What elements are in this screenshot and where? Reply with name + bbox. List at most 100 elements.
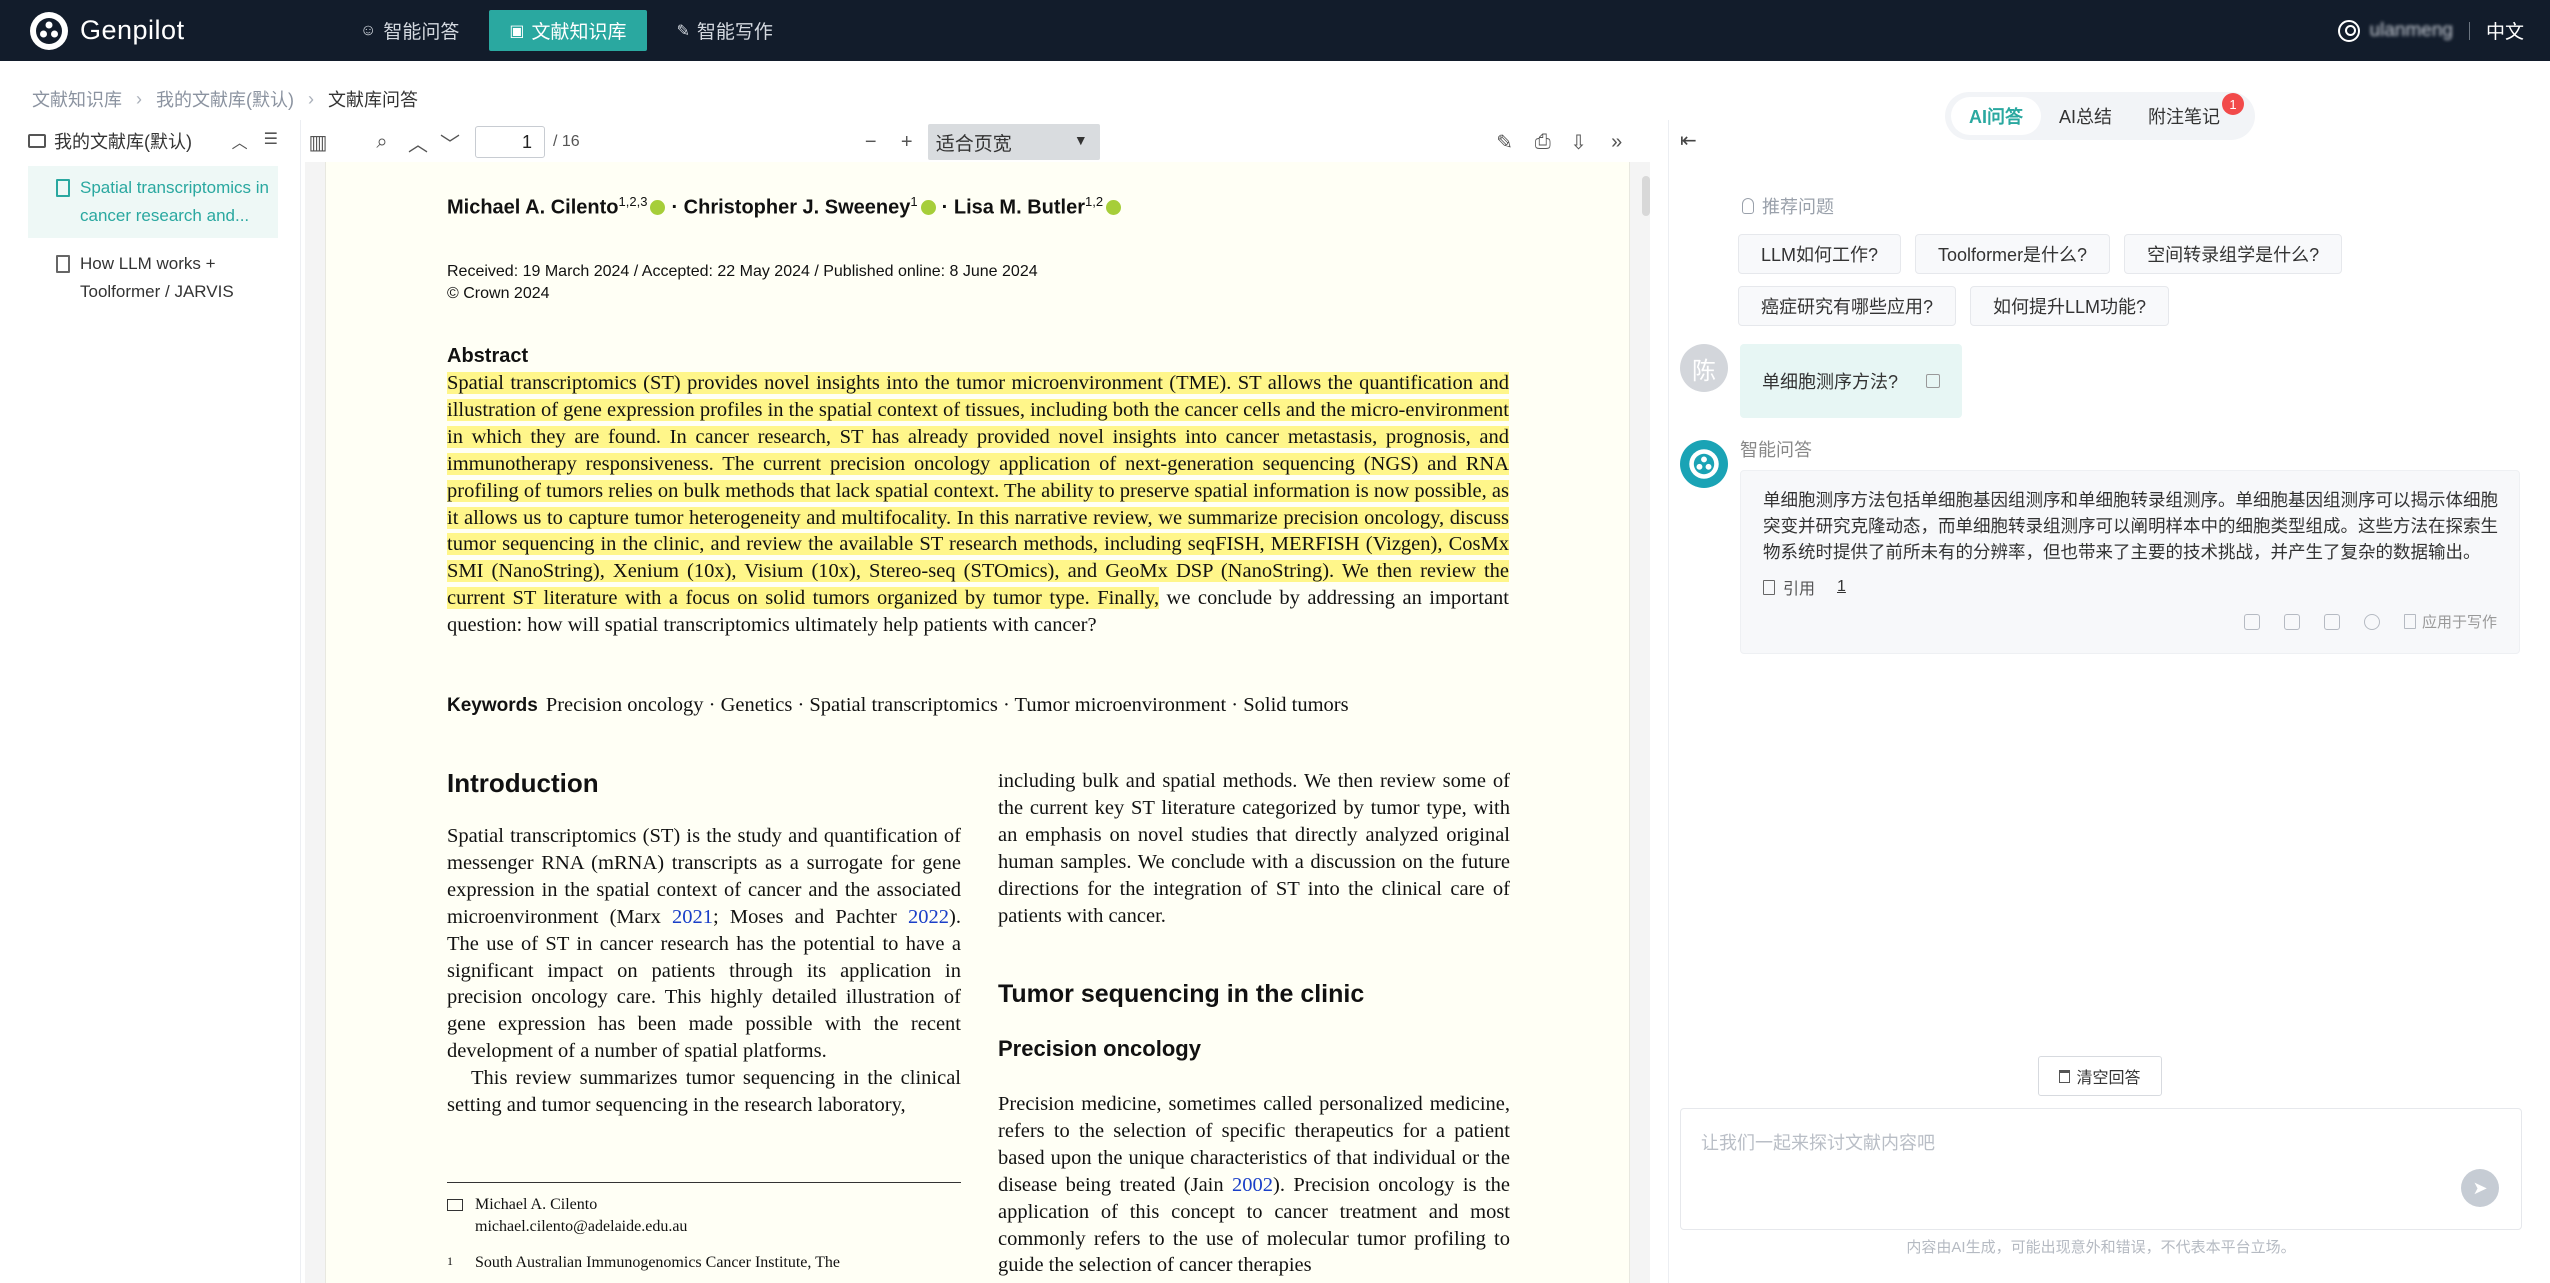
library-header[interactable]: 我的文献库(默认) ︿ ☰ — [28, 120, 278, 162]
apply-to-writing-button[interactable]: 应用于写作 — [2403, 611, 2497, 632]
author-name: Michael A. Cilento — [447, 196, 619, 219]
download-icon[interactable]: ⇩ — [1566, 129, 1592, 155]
print-icon[interactable]: ⎙ — [1530, 129, 1556, 155]
thumbs-down-icon[interactable] — [2283, 613, 2300, 630]
copy-icon[interactable] — [1926, 374, 1940, 388]
zoom-select[interactable]: 适合页宽 ▼ — [927, 124, 1100, 160]
sidebar-item-spatial[interactable]: Spatial transcriptomics in cancer resear… — [28, 166, 278, 238]
tab-label: AI总结 — [2059, 107, 2113, 127]
chat-icon: ☺ — [360, 21, 377, 39]
top-nav: Genpilot ☺ 智能问答 ▣ 文献知识库 ✎ 智能写作 ulanmeng … — [0, 0, 2550, 61]
more-tools-icon[interactable]: » — [1604, 129, 1630, 155]
intro-paragraph: Spatial transcriptomics (ST) is the stud… — [447, 823, 961, 1065]
label-text: 推荐问题 — [1762, 197, 1834, 217]
citation-link[interactable]: 2002 — [1232, 1174, 1273, 1196]
question-chip[interactable]: 空间转录组学是什么? — [2124, 234, 2343, 274]
recommended-questions-label: 推荐问题 — [1742, 193, 1834, 219]
document-icon — [56, 255, 70, 273]
app-logo[interactable]: Genpilot — [30, 11, 340, 50]
page-number-input[interactable]: 1 — [475, 126, 545, 158]
author-name: Lisa M. Butler — [953, 196, 1085, 219]
book-icon — [1763, 579, 1775, 595]
citation-count[interactable]: 1 — [1837, 578, 1846, 596]
chevron-right-icon: › — [136, 88, 142, 109]
ai-avatar — [1680, 440, 1728, 488]
user-name[interactable]: ulanmeng — [2370, 20, 2453, 42]
ai-answer-card: 单细胞测序方法包括单细胞基因组测序和单细胞转录组测序。单细胞基因组测序可以揭示体… — [1740, 470, 2520, 654]
breadcrumb-item[interactable]: 文献知识库 — [32, 86, 122, 112]
ai-disclaimer: 内容由AI生成，可能出现意外和错误，不代表本平台立场。 — [1906, 1239, 2296, 1256]
genpilot-logo-icon — [1689, 449, 1719, 479]
highlighted-text[interactable]: Spatial transcriptomics (ST) provides no… — [447, 372, 1509, 610]
tab-notes[interactable]: 附注笔记 1 — [2130, 93, 2245, 135]
write-icon: ✎ — [676, 22, 690, 40]
next-page-icon[interactable]: ﹀ — [437, 129, 463, 156]
abstract-body: Spatial transcriptomics (ST) provides no… — [447, 370, 1509, 639]
ai-name: 智能问答 — [1740, 440, 1812, 460]
copyright: © Crown 2024 — [447, 285, 550, 302]
question-chip[interactable]: Toolformer是什么? — [1915, 234, 2111, 274]
send-button[interactable]: ➤ — [2461, 1169, 2499, 1207]
tab-ai-qa[interactable]: AI问答 — [1951, 97, 2041, 135]
question-text: 单细胞测序方法? — [1762, 372, 1899, 392]
button-label: 清空回答 — [2076, 1070, 2141, 1087]
regenerate-icon[interactable] — [2363, 613, 2380, 630]
menu-icon[interactable]: ☰ — [264, 129, 278, 153]
previous-page-icon[interactable]: ︿ — [405, 129, 431, 156]
right-column-paragraph: including bulk and spatial methods. We t… — [998, 770, 1510, 927]
clear-answers-button[interactable]: 清空回答 — [2038, 1056, 2162, 1096]
sidebar-divider — [300, 120, 301, 1283]
thumbs-up-icon[interactable] — [2243, 613, 2260, 630]
nav-tab-writing[interactable]: ✎ 智能写作 — [657, 10, 793, 51]
citation-label: 引用 — [1783, 581, 1816, 598]
pdf-page[interactable]: Michael A. Cilento1,2,3 · Christopher J. … — [325, 162, 1630, 1283]
user-question-bubble: 单细胞测序方法? — [1740, 344, 1962, 418]
footnote-name: Michael A. Cilento — [475, 1196, 598, 1213]
highlight-pen-icon[interactable]: ✎ — [1492, 129, 1518, 155]
orcid-icon[interactable] — [650, 199, 666, 215]
nav-tab-qa[interactable]: ☺ 智能问答 — [340, 10, 479, 51]
citation-link[interactable]: 2021 — [672, 906, 713, 928]
user-icon[interactable] — [2337, 19, 2360, 42]
chat-input[interactable] — [1701, 1129, 2461, 1209]
search-icon[interactable]: ⌕ — [369, 129, 395, 155]
sidebar-item-llm[interactable]: How LLM works + Toolformer / JARVIS — [28, 242, 278, 314]
intro-paragraph: This review summarizes tumor sequencing … — [447, 1067, 961, 1117]
document-icon — [2403, 614, 2416, 629]
footnote-email[interactable]: michael.cilento@adelaide.edu.au — [475, 1216, 687, 1238]
pdf-scrollbar[interactable] — [1642, 176, 1650, 216]
library-sidebar: 我的文献库(默认) ︿ ☰ Spatial transcriptomics in… — [28, 120, 278, 314]
question-chip[interactable]: LLM如何工作? — [1738, 234, 1902, 274]
footnote-text: South Australian Immunogenomics Cancer I… — [475, 1254, 840, 1271]
zoom-in-icon[interactable]: + — [894, 129, 920, 155]
citation-row[interactable]: 引用 1 — [1763, 575, 1846, 599]
text-run: ). The use of ST in cancer research has … — [447, 905, 961, 1063]
pdf-viewer[interactable]: Michael A. Cilento1,2,3 · Christopher J. … — [305, 162, 1650, 1283]
breadcrumb-item[interactable]: 我的文献库(默认) — [156, 86, 294, 112]
lightbulb-icon — [1742, 198, 1754, 214]
envelope-icon — [447, 1199, 463, 1211]
send-icon: ➤ — [2472, 1177, 2488, 1198]
sidebar-toggle-icon[interactable]: ▥ — [305, 129, 331, 155]
pdf-toolbar: ▥ ⌕ ︿ ﹀ 1 / 16 − + 适合页宽 ▼ ✎ ⎙ ⇩ » — [305, 122, 1650, 162]
introduction-heading: Introduction — [447, 768, 599, 798]
orcid-icon[interactable] — [920, 199, 936, 215]
app-name: Genpilot — [80, 15, 185, 45]
orcid-icon[interactable] — [1106, 199, 1122, 215]
citation-link[interactable]: 2022 — [908, 906, 949, 928]
copy-icon[interactable] — [2323, 613, 2340, 630]
language-switch[interactable]: 中文 — [2486, 17, 2524, 44]
keywords-list: Precision oncology · Genetics · Spatial … — [545, 694, 1349, 716]
keywords-label: Keywords — [447, 695, 538, 716]
question-chip[interactable]: 如何提升LLM功能? — [1970, 286, 2170, 326]
library-title: 我的文献库(默认) — [54, 132, 192, 152]
collapse-up-icon[interactable]: ︿ — [232, 129, 248, 153]
footnote-number: 1 — [447, 1254, 453, 1268]
question-chip[interactable]: 癌症研究有哪些应用? — [1738, 286, 1957, 326]
tab-ai-summary[interactable]: AI总结 — [2041, 97, 2130, 135]
nav-tab-library[interactable]: ▣ 文献知识库 — [489, 10, 647, 51]
collapse-panel-icon[interactable]: ⇤ — [1680, 128, 1697, 153]
zoom-out-icon[interactable]: − — [858, 129, 884, 155]
zoom-value: 适合页宽 — [935, 133, 1012, 155]
ai-answer-text: 单细胞测序方法包括单细胞基因组测序和单细胞转录组测序。单细胞基因组测序可以揭示体… — [1763, 490, 2498, 562]
